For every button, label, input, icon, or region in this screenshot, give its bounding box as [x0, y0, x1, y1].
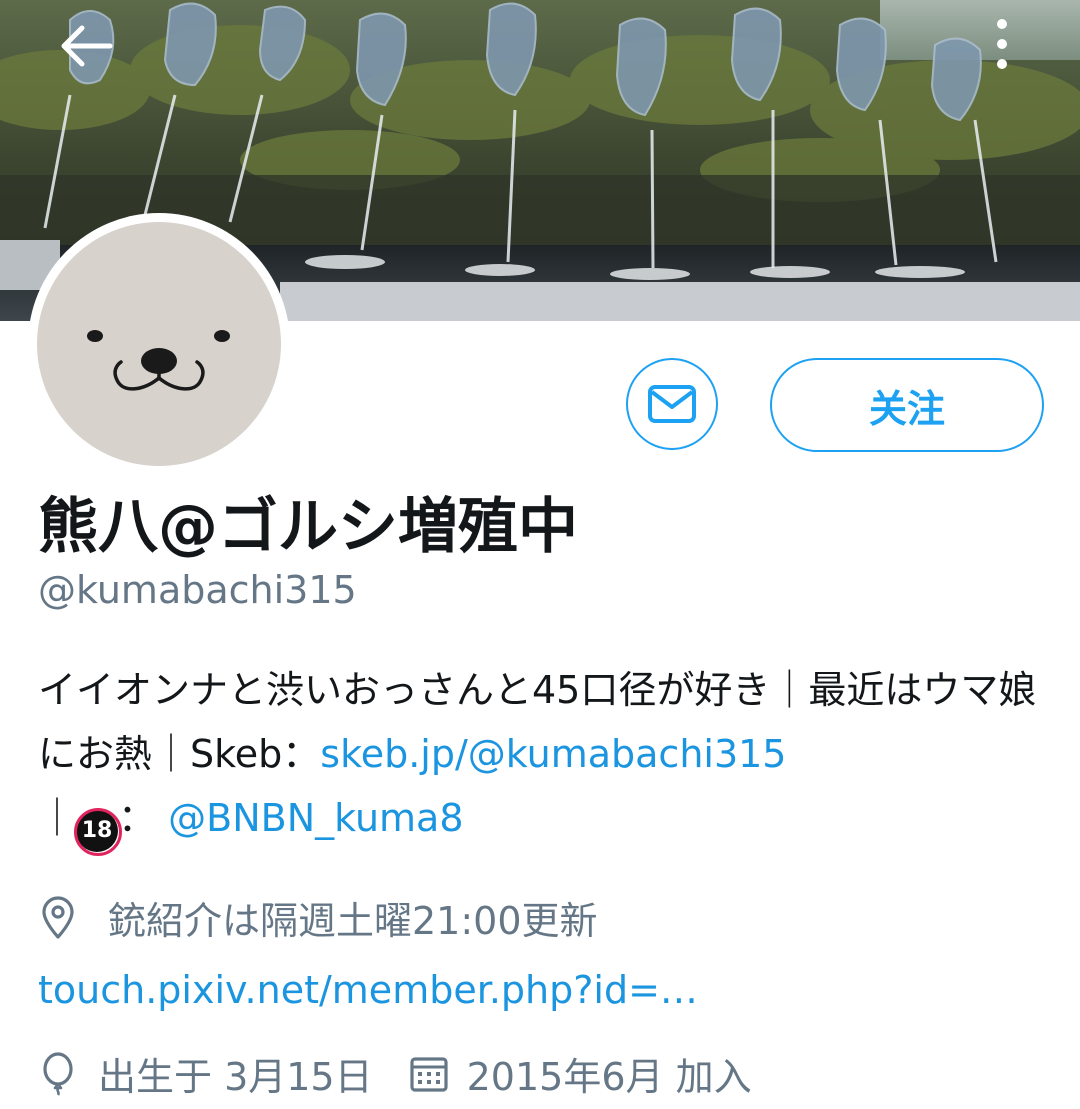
website-link[interactable]: touch.pixiv.net/member.php?id=…	[38, 968, 698, 1012]
bio-separator: ｜	[38, 796, 77, 840]
user-handle: @kumabachi315	[38, 568, 357, 612]
alt-account-link[interactable]: @BNBN_kuma8	[168, 796, 463, 840]
follow-button[interactable]: 关注	[770, 358, 1044, 452]
profile-avatar[interactable]	[28, 213, 290, 475]
bio-colon: ：	[118, 796, 157, 840]
display-name: 熊八@ゴルシ増殖中	[38, 492, 578, 562]
mail-icon	[648, 385, 696, 423]
skeb-link[interactable]: skeb.jp/@kumabachi315	[320, 732, 786, 776]
message-button[interactable]	[626, 358, 718, 450]
no-under-18-icon: 18	[74, 808, 123, 856]
arrow-left-icon	[61, 25, 113, 67]
balloon-icon	[43, 1051, 73, 1096]
calendar-icon	[410, 1056, 448, 1092]
location-pin-icon	[42, 895, 74, 939]
birth-join-row: 出生于 3月15日 2015年6月 加入	[38, 1046, 752, 1101]
back-button[interactable]	[48, 14, 124, 78]
location-row: 銃紹介は隔週土曜21:00更新	[38, 890, 598, 945]
birthday-text: 出生于 3月15日	[98, 1055, 373, 1099]
seal-face-image	[37, 222, 281, 466]
more-vertical-icon	[997, 19, 1007, 69]
location-text: 銃紹介は隔週土曜21:00更新	[108, 899, 598, 943]
profile-bio: イイオンナと渋いおっさんと45口径が好き｜最近はウマ娘にお熱｜Skeb：skeb…	[38, 658, 1048, 856]
joined-text: 2015年6月 加入	[466, 1055, 752, 1099]
more-options-button[interactable]	[980, 8, 1024, 80]
